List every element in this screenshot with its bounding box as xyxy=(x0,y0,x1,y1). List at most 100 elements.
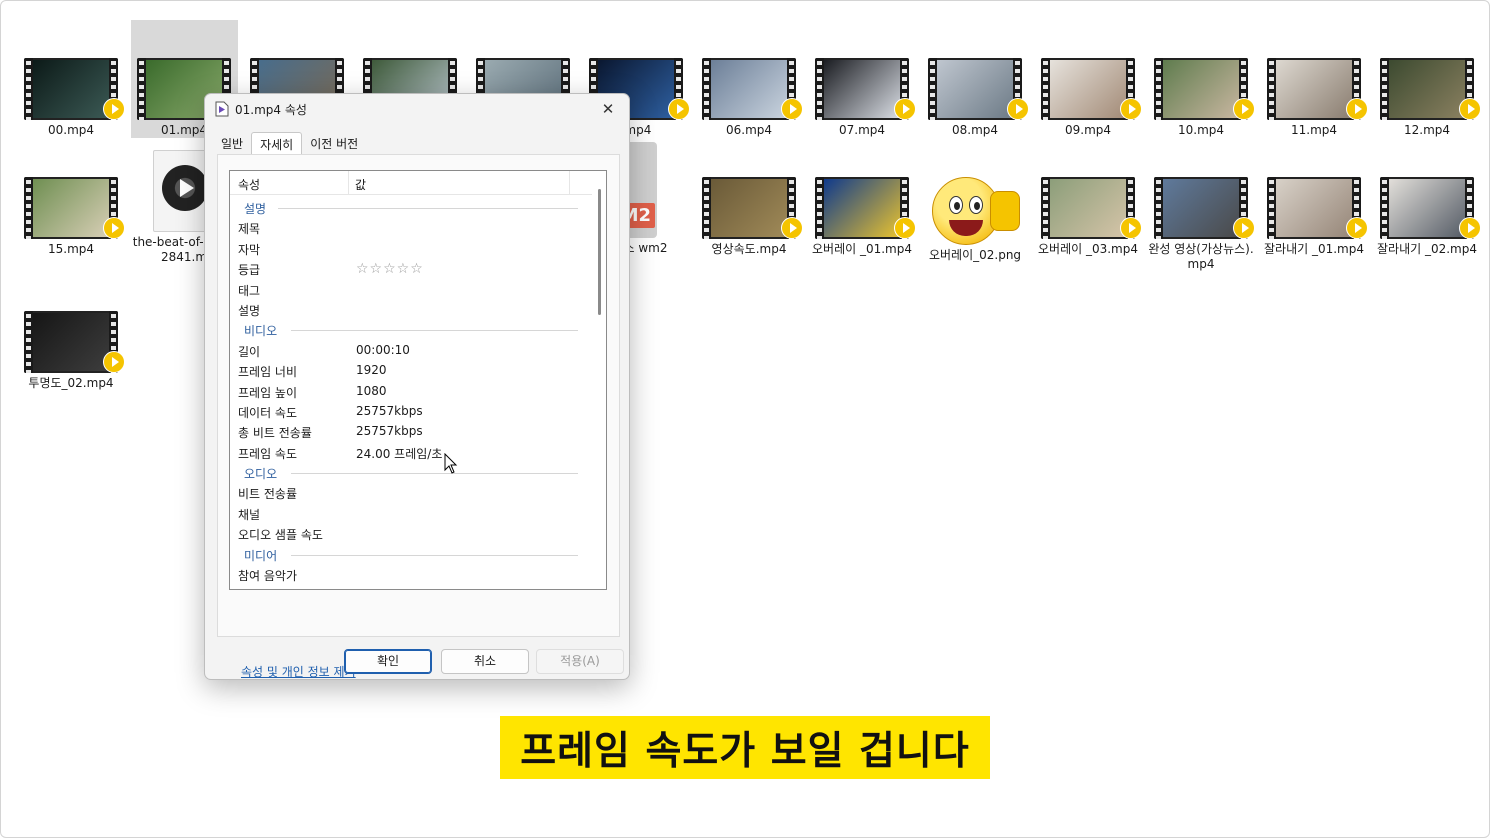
close-icon[interactable]: ✕ xyxy=(593,97,623,121)
dialog-title: 01.mp4 속성 xyxy=(235,103,307,117)
play-icon xyxy=(1007,98,1029,120)
file-item[interactable]: 오버레이_02.png xyxy=(921,177,1029,263)
film-strip xyxy=(1267,58,1276,120)
group-divider xyxy=(291,554,578,556)
file-name: 08.mp4 xyxy=(951,123,999,137)
property-row[interactable]: 등급 ☆☆☆☆☆ xyxy=(230,258,592,278)
thumbnail-image xyxy=(1050,60,1126,118)
ok-button[interactable]: 확인 xyxy=(344,649,432,674)
file-name: 11.mp4 xyxy=(1290,123,1338,137)
property-row[interactable]: 설명 xyxy=(230,299,592,319)
property-row[interactable]: 제목 xyxy=(230,217,592,237)
file-item[interactable]: 07.mp4 xyxy=(808,58,916,138)
file-item[interactable]: 00.mp4 xyxy=(17,58,125,138)
file-name: 09.mp4 xyxy=(1064,123,1112,137)
mouth xyxy=(949,220,983,236)
thumbnail-image xyxy=(1276,60,1352,118)
file-item[interactable]: 오버레이 _03.mp4 xyxy=(1034,177,1142,257)
file-item[interactable]: 잘라내기 _02.mp4 xyxy=(1373,177,1481,257)
property-row[interactable]: 총 비트 전송률 25757kbps xyxy=(230,421,592,441)
property-row[interactable]: 자막 xyxy=(230,238,592,258)
column-header-property[interactable]: 속성 xyxy=(238,176,260,193)
property-group: 설명 xyxy=(230,197,592,217)
file-name: 오버레이_02.png xyxy=(928,248,1022,262)
file-item[interactable]: 06.mp4 xyxy=(695,58,803,138)
file-name: 07.mp4 xyxy=(838,123,886,137)
file-item[interactable]: 영상속도.mp4 xyxy=(695,177,803,257)
property-name: 채널 xyxy=(238,507,261,522)
file-item[interactable]: 잘라내기 _01.mp4 xyxy=(1260,177,1368,257)
film-strip xyxy=(1267,177,1276,239)
property-row[interactable]: 길이 00:00:10 xyxy=(230,340,592,360)
file-item[interactable]: 완성 영상(가상뉴스).mp4 xyxy=(1147,177,1255,272)
file-name: 10.mp4 xyxy=(1177,123,1225,137)
property-row[interactable]: 채널 xyxy=(230,503,592,523)
film-strip xyxy=(24,311,33,373)
property-group: 오디오 xyxy=(230,462,592,482)
file-name: 영상속도.mp4 xyxy=(711,242,787,256)
property-row[interactable]: 오디오 샘플 속도 xyxy=(230,523,592,543)
file-item[interactable]: 투명도_02.mp4 xyxy=(17,311,125,391)
property-name: 길이 xyxy=(238,344,261,359)
thumbnail-image xyxy=(33,179,109,237)
property-list[interactable]: 속성 값 설명 제목 자막 등급 ☆☆☆☆☆ 태그 설명 비디오 길이 00:00:10 프레임 너… xyxy=(229,170,607,590)
file-name: 투명도_02.mp4 xyxy=(28,376,114,390)
file-item[interactable]: 11.mp4 xyxy=(1260,58,1368,138)
eye xyxy=(949,196,963,214)
property-value: 25757kbps xyxy=(356,424,423,439)
play-icon xyxy=(781,98,803,120)
thumbnail-image xyxy=(1389,60,1465,118)
property-value: 25757kbps xyxy=(356,403,423,418)
rating-stars[interactable]: ☆☆☆☆☆ xyxy=(356,261,424,277)
property-name: 데이터 속도 xyxy=(238,405,298,420)
film-strip xyxy=(928,58,937,120)
play-icon xyxy=(894,98,916,120)
file-item[interactable]: 08.mp4 xyxy=(921,58,1029,138)
property-row[interactable]: 프레임 속도 24.00 프레임/초 xyxy=(230,442,592,462)
property-name: 자막 xyxy=(238,242,261,257)
scroll-thumb[interactable] xyxy=(598,189,601,315)
file-name: 15.mp4 xyxy=(47,242,95,256)
file-name: 오버레이 _03.mp4 xyxy=(1037,242,1138,256)
film-strip xyxy=(1154,177,1163,239)
thumbnail-image xyxy=(1389,179,1465,237)
scrollbar[interactable] xyxy=(592,171,606,589)
property-name: 설명 xyxy=(238,303,261,318)
thumbnail-image xyxy=(711,179,787,237)
property-row[interactable]: 비트 전송률 xyxy=(230,482,592,502)
property-name: 총 비트 전송률 xyxy=(238,426,312,441)
remove-properties-link[interactable]: 속성 및 개인 정보 제거 xyxy=(241,663,356,680)
play-icon xyxy=(103,217,125,239)
thumb xyxy=(990,191,1020,231)
tab-details[interactable]: 자세히 xyxy=(251,132,303,155)
file-item[interactable]: 10.mp4 xyxy=(1147,58,1255,138)
column-header-value[interactable]: 값 xyxy=(348,171,570,195)
property-row[interactable]: 참여 음악가 xyxy=(230,564,592,584)
file-item[interactable]: 12.mp4 xyxy=(1373,58,1481,138)
property-row[interactable]: 데이터 속도 25757kbps xyxy=(230,401,592,421)
thumbnail-image xyxy=(937,60,1013,118)
property-name: 제목 xyxy=(238,222,261,237)
file-item[interactable]: 09.mp4 xyxy=(1034,58,1142,138)
property-row[interactable]: 프레임 높이 1080 xyxy=(230,381,592,401)
file-item[interactable]: 15.mp4 xyxy=(17,177,125,257)
group-label: 설명 xyxy=(244,202,267,216)
tab-previous-versions[interactable]: 이전 버전 xyxy=(302,132,366,155)
cancel-button[interactable]: 취소 xyxy=(441,649,529,674)
property-value: 24.00 프레임/초 xyxy=(356,446,443,461)
property-row[interactable]: 프레임 너비 1920 xyxy=(230,360,592,380)
property-value: 1080 xyxy=(356,383,387,398)
thumbnail-image xyxy=(1163,179,1239,237)
apply-button[interactable]: 적용(A) xyxy=(536,649,624,674)
property-name: 프레임 속도 xyxy=(238,446,298,461)
play-icon xyxy=(1346,98,1368,120)
tab-general[interactable]: 일반 xyxy=(213,132,251,155)
property-value: 00:00:10 xyxy=(356,342,410,357)
property-row[interactable]: 태그 xyxy=(230,279,592,299)
emoji-thumbs-up-icon xyxy=(928,177,1022,245)
file-item[interactable]: 오버레이 _01.mp4 xyxy=(808,177,916,257)
dialog-titlebar[interactable]: 01.mp4 속성 ✕ xyxy=(205,94,629,124)
property-name: 등급 xyxy=(238,263,261,278)
property-name: 태그 xyxy=(238,283,261,298)
group-label: 오디오 xyxy=(244,467,278,482)
